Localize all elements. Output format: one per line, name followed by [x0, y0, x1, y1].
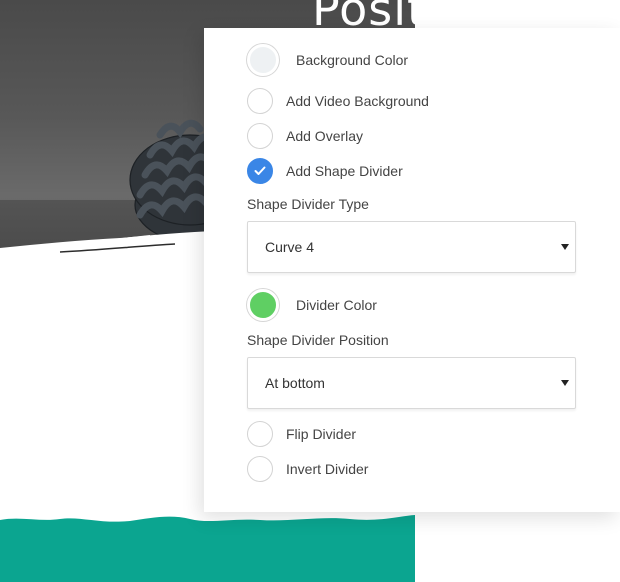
- divider-color-label: Divider Color: [296, 297, 377, 313]
- add-overlay-label: Add Overlay: [286, 128, 364, 144]
- shape-divider-position-label: Shape Divider Position: [247, 332, 389, 348]
- teal-shape-divider: [0, 515, 415, 582]
- background-color-row[interactable]: Background Color: [247, 44, 408, 76]
- shape-divider-position-value: At bottom: [265, 375, 325, 391]
- shape-divider-type-select[interactable]: Curve 4: [247, 221, 576, 273]
- add-video-background-option[interactable]: Add Video Background: [247, 88, 429, 114]
- flip-divider-label: Flip Divider: [286, 426, 357, 442]
- section-settings-panel: Background Color Add Video Background Ad…: [204, 28, 620, 512]
- divider-color-swatch[interactable]: [247, 289, 279, 321]
- add-shape-divider-label: Add Shape Divider: [286, 163, 403, 179]
- invert-divider-option[interactable]: Invert Divider: [247, 456, 368, 482]
- divider-color-row[interactable]: Divider Color: [247, 289, 377, 321]
- add-shape-divider-radio[interactable]: [247, 158, 273, 184]
- invert-divider-label: Invert Divider: [286, 461, 369, 477]
- add-shape-divider-option[interactable]: Add Shape Divider: [247, 158, 403, 184]
- add-video-background-label: Add Video Background: [286, 93, 429, 109]
- shape-divider-position-select[interactable]: At bottom: [247, 357, 576, 409]
- add-overlay-radio[interactable]: [247, 123, 273, 149]
- checkmark-icon: [254, 166, 266, 175]
- add-overlay-option[interactable]: Add Overlay: [247, 123, 363, 149]
- background-color-swatch[interactable]: [247, 44, 279, 76]
- flip-divider-radio[interactable]: [247, 421, 273, 447]
- invert-divider-radio[interactable]: [247, 456, 273, 482]
- caret-down-icon: [561, 380, 569, 386]
- add-video-background-radio[interactable]: [247, 88, 273, 114]
- background-color-label: Background Color: [296, 52, 409, 68]
- shape-divider-type-value: Curve 4: [265, 239, 315, 255]
- caret-down-icon: [561, 244, 569, 250]
- shape-divider-type-label: Shape Divider Type: [247, 196, 369, 212]
- flip-divider-option[interactable]: Flip Divider: [247, 421, 356, 447]
